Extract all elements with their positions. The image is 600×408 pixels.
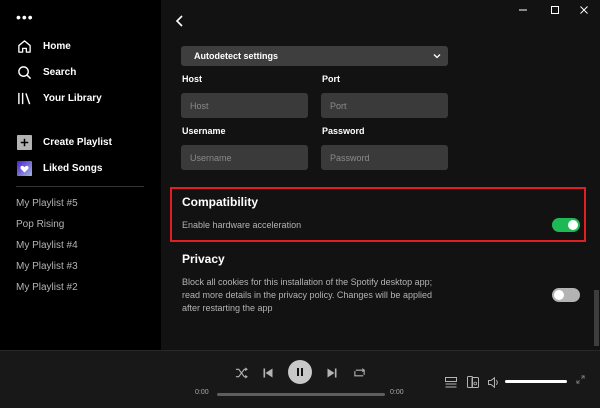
home-icon: [16, 38, 32, 54]
liked-songs-label: Liked Songs: [43, 162, 103, 174]
password-input[interactable]: [321, 145, 448, 170]
nav-search[interactable]: Search: [16, 63, 76, 81]
menu-dots-button[interactable]: •••: [16, 10, 34, 24]
host-input[interactable]: [181, 93, 308, 118]
playlist-item[interactable]: My Playlist #2: [16, 282, 78, 293]
playlist-item[interactable]: My Playlist #5: [16, 198, 78, 209]
settings-panel: Autodetect settings Host Port Username P…: [161, 0, 600, 350]
maximize-icon: [551, 6, 559, 14]
host-label: Host: [182, 74, 202, 84]
volume-slider[interactable]: [505, 380, 567, 383]
chevron-left-icon: [175, 15, 183, 27]
volume-level: [505, 380, 567, 383]
nav-home-label: Home: [43, 40, 71, 52]
progress-bar[interactable]: [217, 393, 385, 396]
playlist-item[interactable]: My Playlist #3: [16, 261, 78, 272]
device-icon: [467, 376, 479, 388]
repeat-icon: [353, 368, 365, 377]
duration-time: 0:00: [390, 389, 404, 396]
port-input[interactable]: [321, 93, 448, 118]
shuffle-button[interactable]: [233, 365, 249, 381]
username-input[interactable]: [181, 145, 308, 170]
proxy-type-value: Autodetect settings: [194, 51, 279, 61]
skip-forward-icon: [327, 368, 337, 378]
create-playlist-label: Create Playlist: [43, 136, 112, 148]
scrollbar-thumb[interactable]: [594, 290, 599, 346]
sidebar: ••• Home Search Your Library Create Play…: [0, 0, 161, 350]
close-icon: [580, 6, 588, 14]
playlist-item[interactable]: My Playlist #4: [16, 240, 78, 251]
chevron-down-icon: [433, 54, 441, 59]
close-button[interactable]: [577, 4, 591, 16]
queue-icon: [445, 376, 457, 387]
password-label: Password: [322, 126, 365, 136]
maximize-button[interactable]: [548, 4, 562, 16]
player-bar: 0:00 0:00: [0, 350, 600, 408]
block-cookies-toggle[interactable]: [552, 288, 580, 302]
username-label: Username: [182, 126, 226, 136]
queue-button[interactable]: [444, 375, 458, 389]
elapsed-time: 0:00: [195, 389, 209, 396]
proxy-type-dropdown[interactable]: Autodetect settings: [181, 46, 448, 66]
nav-search-label: Search: [43, 66, 77, 78]
sidebar-divider: [16, 186, 144, 187]
nav-your-library[interactable]: Your Library: [16, 89, 102, 107]
toggle-knob: [568, 220, 578, 230]
plus-icon: [16, 134, 32, 150]
fullscreen-button[interactable]: [574, 373, 586, 385]
back-button[interactable]: [171, 12, 189, 30]
repeat-button[interactable]: [351, 365, 367, 381]
shuffle-icon: [235, 367, 248, 379]
next-button[interactable]: [325, 365, 339, 381]
privacy-heading: Privacy: [182, 252, 225, 266]
heart-icon: [16, 160, 32, 176]
library-icon: [16, 90, 32, 106]
pause-icon: [297, 368, 303, 376]
compatibility-heading: Compatibility: [182, 195, 259, 209]
hardware-acceleration-label: Enable hardware acceleration: [182, 220, 302, 230]
skip-back-icon: [263, 368, 273, 378]
expand-icon: [575, 374, 585, 384]
hardware-acceleration-toggle[interactable]: [552, 218, 580, 232]
minimize-icon: [519, 9, 527, 11]
previous-button[interactable]: [261, 365, 275, 381]
play-pause-button[interactable]: [288, 360, 312, 384]
playlist-item[interactable]: Pop Rising: [16, 219, 64, 230]
minimize-button[interactable]: [516, 4, 530, 16]
search-icon: [16, 64, 32, 80]
nav-home[interactable]: Home: [16, 37, 71, 55]
create-playlist-button[interactable]: Create Playlist: [16, 133, 112, 151]
liked-songs-button[interactable]: Liked Songs: [16, 159, 102, 177]
nav-your-library-label: Your Library: [43, 92, 102, 104]
toggle-knob: [554, 290, 564, 300]
volume-icon: [488, 376, 498, 388]
connect-device-button[interactable]: [466, 375, 480, 389]
port-label: Port: [322, 74, 340, 84]
privacy-description: Block all cookies for this installation …: [182, 277, 433, 313]
scrollbar[interactable]: [593, 0, 600, 350]
mute-button[interactable]: [487, 375, 501, 389]
